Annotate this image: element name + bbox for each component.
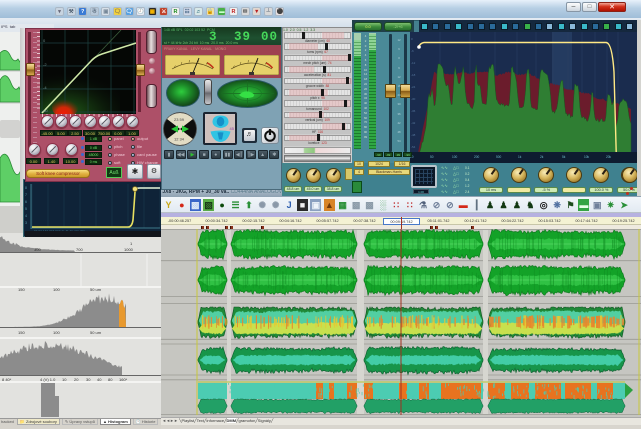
svg-text:150: 150 bbox=[18, 287, 25, 292]
svg-text:-54: -54 bbox=[411, 145, 416, 149]
svg-text:50 um: 50 um bbox=[90, 287, 102, 292]
svg-text:8 40*: 8 40* bbox=[2, 377, 12, 382]
svg-text:8: 8 bbox=[25, 186, 27, 190]
svg-text:-60: -60 bbox=[42, 108, 49, 113]
svg-text:20: 20 bbox=[74, 377, 79, 382]
svg-text:3: 3 bbox=[25, 221, 27, 225]
svg-text:-6: -6 bbox=[411, 49, 414, 53]
svg-text:80: 80 bbox=[108, 377, 113, 382]
svg-text:4 (V) 1.0: 4 (V) 1.0 bbox=[40, 377, 56, 382]
svg-text:1000: 1000 bbox=[124, 247, 134, 252]
svg-text:4: 4 bbox=[25, 214, 27, 218]
svg-text:700: 700 bbox=[76, 247, 83, 252]
svg-text:23 59: 23 59 bbox=[174, 117, 185, 122]
svg-text:150: 150 bbox=[18, 330, 25, 335]
svg-text:12 34: 12 34 bbox=[174, 137, 185, 142]
svg-text:-12: -12 bbox=[411, 61, 416, 65]
svg-text:6: 6 bbox=[25, 200, 27, 204]
svg-text:160*: 160* bbox=[119, 377, 128, 382]
svg-text:-24: -24 bbox=[411, 85, 416, 89]
svg-text:100: 100 bbox=[53, 287, 60, 292]
svg-text:7: 7 bbox=[25, 193, 27, 197]
svg-text:-18: -18 bbox=[411, 73, 416, 77]
svg-text:-30: -30 bbox=[411, 97, 416, 101]
svg-text:5: 5 bbox=[25, 207, 27, 211]
svg-text:300: 300 bbox=[34, 247, 41, 252]
svg-text:-36: -36 bbox=[411, 109, 416, 113]
svg-text:30: 30 bbox=[86, 377, 91, 382]
svg-text:40: 40 bbox=[97, 377, 102, 382]
svg-text:-48: -48 bbox=[411, 133, 416, 137]
svg-text:10: 10 bbox=[62, 377, 67, 382]
svg-text:100: 100 bbox=[53, 330, 60, 335]
svg-text:-42: -42 bbox=[411, 121, 416, 125]
svg-text:50 um: 50 um bbox=[90, 330, 102, 335]
svg-text:45: 45 bbox=[229, 126, 234, 131]
